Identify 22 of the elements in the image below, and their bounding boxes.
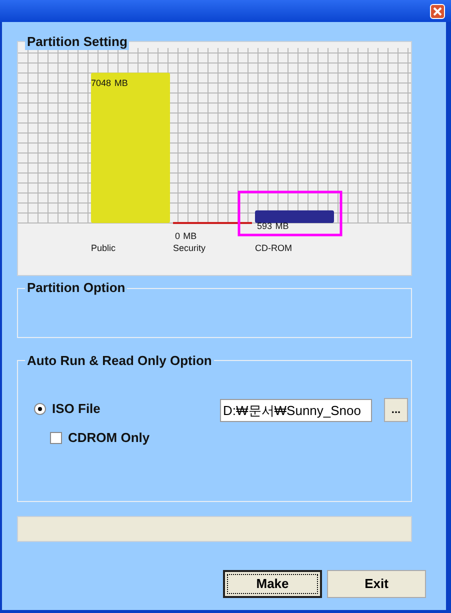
checkbox-label[interactable]: CDROM Only (68, 428, 150, 448)
checkbox[interactable] (50, 432, 62, 444)
category-label: Security (173, 243, 206, 253)
group-title: Partition Option (25, 280, 128, 296)
close-button[interactable] (430, 4, 445, 18)
unit-label: MB (275, 221, 289, 231)
value-label: 0 (175, 231, 180, 241)
category-label: Public (91, 243, 116, 253)
close-icon (433, 6, 442, 16)
group-title: Partition Setting (25, 34, 130, 50)
value-label: 7048 (91, 78, 112, 88)
value-label: 593 (257, 221, 272, 231)
path-field[interactable]: D:₩문서₩Sunny_Snoo (220, 399, 372, 422)
category-label: CD-ROM (255, 243, 292, 253)
radio-button[interactable] (34, 402, 46, 415)
unit-label: MB (114, 78, 128, 88)
dialog-button[interactable]: Make (223, 570, 322, 598)
group-title: Auto Run & Read Only Option (25, 353, 214, 369)
radio-label[interactable]: ISO File (52, 399, 100, 418)
dialog-button[interactable]: Exit (327, 570, 426, 598)
browse-button[interactable]: ... (384, 398, 408, 422)
unit-label: MB (183, 231, 197, 241)
